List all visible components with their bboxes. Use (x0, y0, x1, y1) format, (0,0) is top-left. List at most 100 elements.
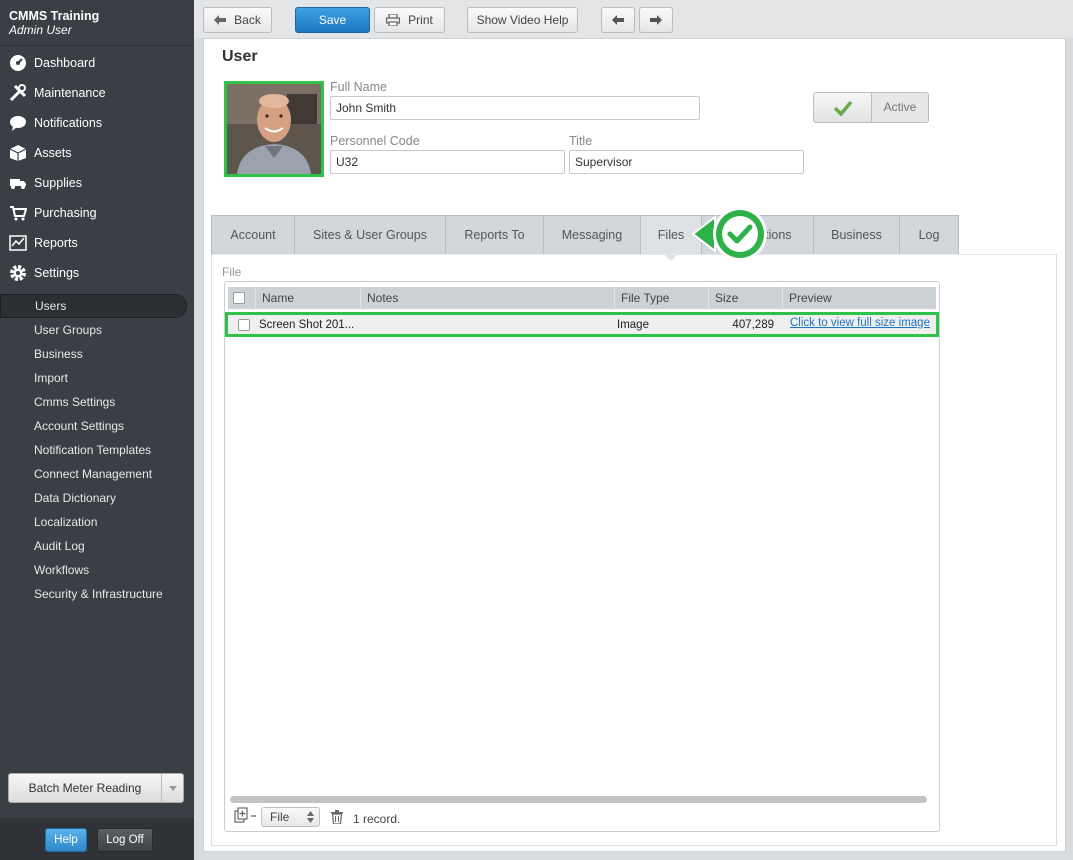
select-all-checkbox[interactable] (233, 292, 245, 304)
column-size[interactable]: Size (709, 287, 783, 309)
dashboard-icon (8, 54, 28, 72)
print-button[interactable]: Print (374, 7, 445, 33)
grid-header: Name Notes File Type Size Preview (228, 287, 936, 309)
subnav-import[interactable]: Import (0, 366, 187, 390)
nav-label: Supplies (34, 176, 82, 190)
row-checkbox[interactable] (237, 318, 250, 331)
arrow-left-icon (214, 15, 227, 25)
file-select-value: File (270, 810, 290, 824)
column-file-type[interactable]: File Type (615, 287, 709, 309)
subnav-security-infrastructure[interactable]: Security & Infrastructure (0, 582, 187, 606)
nav-dashboard[interactable]: Dashboard (0, 48, 194, 78)
print-label: Print (408, 13, 433, 27)
subnav-workflows[interactable]: Workflows (0, 558, 187, 582)
next-record-button[interactable] (639, 7, 673, 33)
nav-label: Assets (34, 146, 72, 160)
tab-log[interactable]: Log (900, 216, 958, 254)
previous-record-button[interactable] (601, 7, 635, 33)
checkmark-callout-icon (691, 205, 771, 263)
save-button[interactable]: Save (295, 7, 370, 33)
active-label: Active (883, 100, 917, 114)
subnav-business[interactable]: Business (0, 342, 187, 366)
subnav-user-groups[interactable]: User Groups (0, 318, 187, 342)
arrow-right-icon (650, 15, 662, 25)
show-video-help-button[interactable]: Show Video Help (467, 7, 578, 33)
tab-files-label: Files (657, 228, 685, 242)
row-size: 407,289 (732, 318, 774, 331)
personnel-code-field[interactable]: U32 (330, 150, 565, 174)
app-name: CMMS Training (9, 9, 100, 23)
nav-settings[interactable]: Settings (0, 258, 194, 288)
page-title: User (222, 48, 258, 65)
help-button[interactable]: Help (45, 828, 87, 852)
nav-notifications[interactable]: Notifications (0, 108, 194, 138)
nav-label: Purchasing (34, 206, 97, 220)
nav-maintenance[interactable]: Maintenance (0, 78, 194, 108)
batch-label: Batch Meter Reading (28, 781, 142, 795)
cart-icon (8, 204, 28, 222)
subnav-notification-templates[interactable]: Notification Templates (0, 438, 187, 462)
spinner-arrows-icon (307, 810, 314, 828)
full-name-field[interactable]: John Smith (330, 96, 700, 120)
chevron-down-icon[interactable] (161, 774, 183, 802)
user-photo[interactable] (224, 81, 324, 177)
user-panel: User Full Name John Smith Personnel Code… (203, 38, 1066, 852)
tab-sites-user-groups[interactable]: Sites & User Groups (295, 216, 446, 254)
file-section-label: File (222, 265, 242, 279)
checkmark-icon (814, 93, 872, 122)
column-notes[interactable]: Notes (361, 287, 615, 309)
row-file-type: Image (617, 318, 649, 331)
tab-messaging[interactable]: Messaging (544, 216, 641, 254)
boxes-icon (8, 144, 28, 162)
tab-reports-to[interactable]: Reports To (446, 216, 544, 254)
nav-reports[interactable]: Reports (0, 228, 194, 258)
nav-supplies[interactable]: Supplies (0, 168, 194, 198)
column-name[interactable]: Name (256, 287, 361, 309)
gear-icon (8, 264, 28, 282)
subnav-data-dictionary[interactable]: Data Dictionary (0, 486, 187, 510)
subnav-connect-management[interactable]: Connect Management (0, 462, 187, 486)
grid-footer: File 1 record. (225, 802, 939, 832)
arrow-left-icon (612, 15, 624, 25)
subnav-localization[interactable]: Localization (0, 510, 187, 534)
sidebar: CMMS Training Admin User Dashboard Maint… (0, 0, 194, 860)
add-file-icon[interactable] (234, 807, 256, 826)
column-preview[interactable]: Preview (783, 287, 936, 309)
current-user: Admin User (9, 23, 72, 37)
printer-icon (386, 14, 401, 26)
title-label: Title (569, 134, 593, 148)
title-field[interactable]: Supervisor (569, 150, 804, 174)
log-off-button[interactable]: Log Off (97, 828, 153, 852)
speech-bubble-icon (8, 114, 28, 132)
brand: CMMS Training Admin User (0, 0, 194, 46)
batch-meter-reading-button[interactable]: Batch Meter Reading (8, 773, 184, 803)
nav-label: Settings (34, 266, 80, 280)
chart-icon (8, 234, 28, 252)
preview-link[interactable]: Click to view full size image (790, 317, 930, 329)
subnav-users[interactable]: Users (0, 294, 187, 318)
row-file-name: Screen Shot 201... (259, 318, 355, 331)
tab-business[interactable]: Business (814, 216, 900, 254)
row-preview-cell: Click to view full size image (774, 317, 936, 329)
subnav-cmms-settings[interactable]: Cmms Settings (0, 390, 187, 414)
full-name-label: Full Name (330, 80, 387, 94)
nav-assets[interactable]: Assets (0, 138, 194, 168)
file-type-select[interactable]: File (261, 807, 320, 827)
nav-label: Reports (34, 236, 78, 250)
row-select-cell (228, 318, 259, 331)
main-nav: Dashboard Maintenance Notifications Asse… (0, 48, 194, 288)
settings-subnav: Users User Groups Business Import Cmms S… (0, 294, 194, 606)
record-count: 1 record. (353, 812, 401, 826)
back-button[interactable]: Back (203, 7, 272, 33)
active-toggle[interactable]: Active (813, 92, 929, 123)
nav-label: Notifications (34, 116, 103, 130)
table-row[interactable]: Screen Shot 201... Image 407,289 Click t… (225, 312, 939, 337)
nav-purchasing[interactable]: Purchasing (0, 198, 194, 228)
subnav-audit-log[interactable]: Audit Log (0, 534, 187, 558)
back-label: Back (234, 13, 261, 27)
tab-account[interactable]: Account (212, 216, 295, 254)
subnav-account-settings[interactable]: Account Settings (0, 414, 187, 438)
select-all-column (228, 287, 256, 309)
trash-icon[interactable] (331, 810, 343, 827)
tab-bar: Account Sites & User Groups Reports To M… (211, 215, 959, 261)
